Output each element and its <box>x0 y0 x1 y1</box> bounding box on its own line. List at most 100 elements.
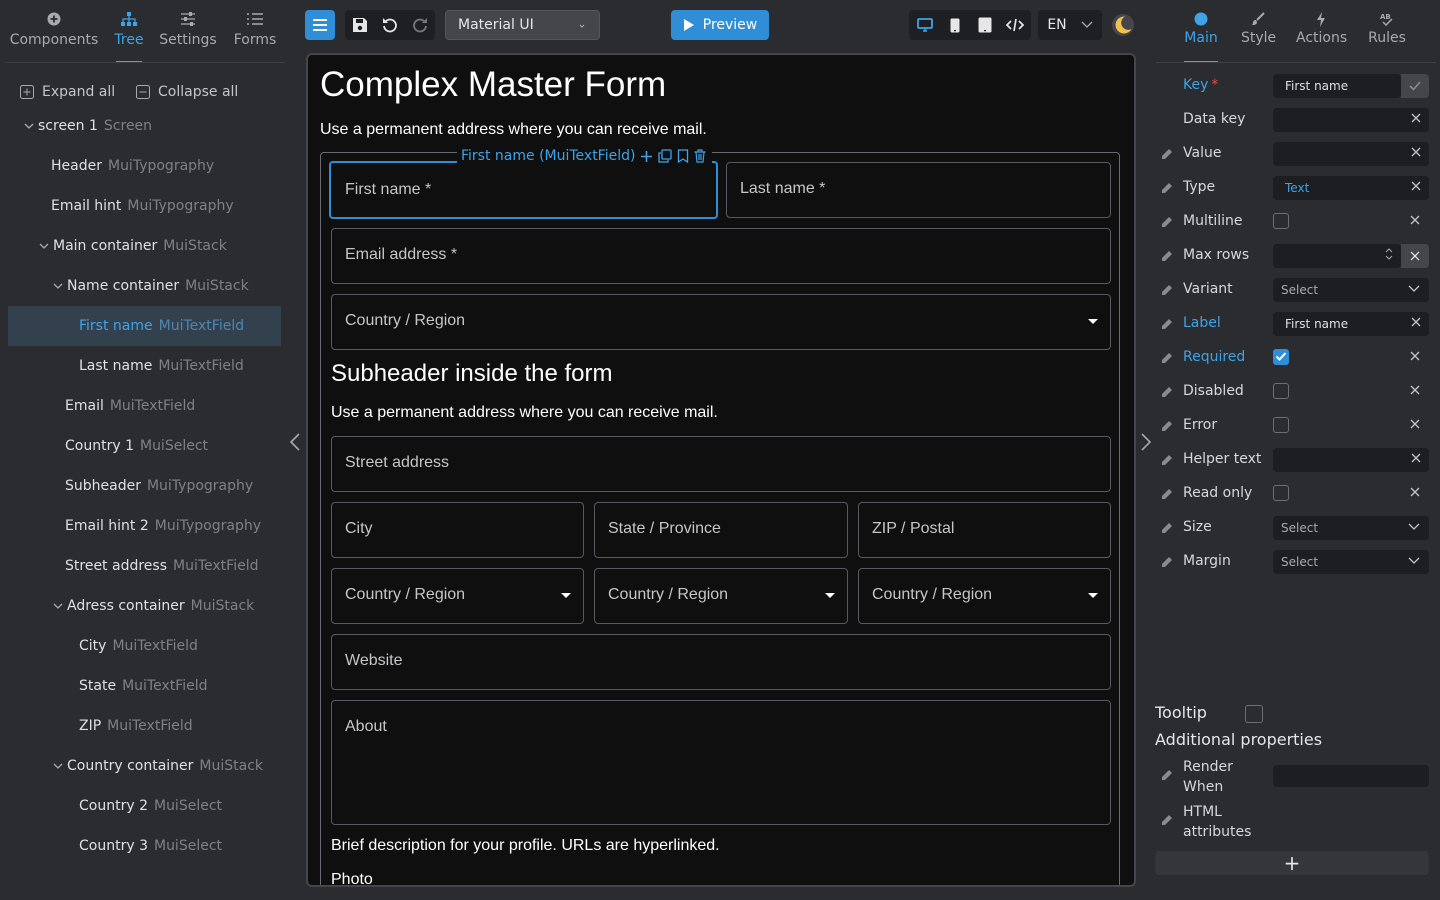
tree-node[interactable]: First name MuiTextField <box>8 306 281 346</box>
collapse-right-panel-icon[interactable] <box>1140 432 1152 452</box>
tab-forms[interactable]: Forms <box>230 8 280 62</box>
collapse-left-panel-icon[interactable] <box>289 432 301 452</box>
clear-icon[interactable] <box>1410 385 1420 395</box>
tree-node[interactable]: City MuiTextField <box>0 626 282 666</box>
duplicate-icon[interactable] <box>658 149 673 163</box>
website-field[interactable]: Website <box>331 634 1111 690</box>
clear-icon[interactable] <box>1410 351 1420 361</box>
state-field[interactable]: State / Province <box>594 502 848 558</box>
pencil-icon[interactable] <box>1160 813 1174 827</box>
theme-toggle-button[interactable] <box>1108 10 1138 40</box>
pencil-icon[interactable] <box>1160 768 1174 782</box>
country-4-select[interactable]: Country / Region <box>858 568 1111 624</box>
variant-select[interactable]: Select <box>1273 278 1429 302</box>
tooltip-checkbox[interactable] <box>1245 705 1263 723</box>
tree-node[interactable]: Name container MuiStack <box>0 266 282 306</box>
tree-node[interactable]: Country 3 MuiSelect <box>0 826 282 866</box>
multiline-checkbox[interactable] <box>1273 213 1289 229</box>
pencil-icon[interactable] <box>1160 453 1174 467</box>
tree-node[interactable]: Adress container MuiStack <box>0 586 282 626</box>
tab-rules[interactable]: AB Rules <box>1368 8 1406 62</box>
tree-node[interactable]: Email hint MuiTypography <box>0 186 282 226</box>
country-3-select[interactable]: Country / Region <box>594 568 848 624</box>
save-button[interactable] <box>348 10 372 40</box>
theme-select[interactable]: Material UI <box>445 10 600 40</box>
page-title[interactable]: Complex Master Form <box>320 65 666 105</box>
tablet-view-button[interactable] <box>972 10 998 40</box>
collapse-all-button[interactable]: Collapse all <box>136 84 238 100</box>
tab-tree[interactable]: Tree <box>110 8 148 63</box>
tree-node[interactable]: Header MuiTypography <box>0 146 282 186</box>
clear-icon[interactable] <box>1410 487 1420 497</box>
tab-settings[interactable]: Settings <box>158 8 218 62</box>
language-select[interactable]: EN <box>1038 10 1102 40</box>
tab-components[interactable]: Components <box>8 8 100 62</box>
clear-icon[interactable] <box>1410 215 1420 225</box>
value-input[interactable] <box>1273 142 1429 166</box>
expand-all-button[interactable]: Expand all <box>20 84 115 100</box>
tree-node[interactable]: Last name MuiTextField <box>0 346 282 386</box>
pencil-icon[interactable] <box>1160 351 1174 365</box>
chevron-down-icon[interactable] <box>51 603 65 609</box>
zip-field[interactable]: ZIP / Postal <box>858 502 1111 558</box>
clear-icon[interactable] <box>1411 453 1421 463</box>
tree-node[interactable]: State MuiTextField <box>0 666 282 706</box>
undo-button[interactable] <box>378 10 402 40</box>
label-input[interactable]: First name <box>1273 312 1429 336</box>
margin-select[interactable]: Select <box>1273 550 1429 574</box>
about-helper-text[interactable]: Brief description for your profile. URLs… <box>331 837 720 855</box>
pencil-icon[interactable] <box>1160 317 1174 331</box>
tree-node[interactable]: Country 2 MuiSelect <box>0 786 282 826</box>
tree-node[interactable]: ZIP MuiTextField <box>0 706 282 746</box>
clear-max-rows-button[interactable] <box>1401 244 1429 268</box>
add-icon[interactable] <box>640 150 653 163</box>
tree-node[interactable]: Subheader MuiTypography <box>0 466 282 506</box>
email-hint-2-text[interactable]: Use a permanent address where you can re… <box>331 404 718 422</box>
tab-actions[interactable]: Actions <box>1296 8 1347 62</box>
key-input[interactable]: First name <box>1273 74 1401 98</box>
preview-button[interactable]: Preview <box>671 10 769 40</box>
about-field[interactable]: About <box>331 700 1111 825</box>
desktop-view-button[interactable] <box>912 10 938 40</box>
bookmark-icon[interactable] <box>677 149 689 163</box>
required-checkbox[interactable] <box>1273 349 1289 365</box>
clear-icon[interactable] <box>1410 419 1420 429</box>
chevron-down-icon[interactable] <box>51 763 65 769</box>
size-select[interactable]: Select <box>1273 516 1429 540</box>
pencil-icon[interactable] <box>1160 215 1174 229</box>
street-address-field[interactable]: Street address <box>331 436 1111 492</box>
pencil-icon[interactable] <box>1160 521 1174 535</box>
clear-icon[interactable] <box>1411 113 1421 123</box>
tab-main[interactable]: Main <box>1184 8 1218 63</box>
chevron-down-icon[interactable] <box>37 243 51 249</box>
render-when-input[interactable] <box>1273 765 1429 787</box>
email-hint-text[interactable]: Use a permanent address where you can re… <box>320 121 707 139</box>
menu-button[interactable] <box>305 10 335 40</box>
read-only-checkbox[interactable] <box>1273 485 1289 501</box>
subheader[interactable]: Subheader inside the form <box>331 360 613 388</box>
pencil-icon[interactable] <box>1160 419 1174 433</box>
last-name-field[interactable]: Last name * <box>726 162 1111 218</box>
redo-button[interactable] <box>408 10 432 40</box>
photo-label[interactable]: Photo <box>331 871 373 885</box>
tab-style[interactable]: Style <box>1241 8 1276 62</box>
pencil-icon[interactable] <box>1160 249 1174 263</box>
tree-node[interactable]: Email hint 2 MuiTypography <box>0 506 282 546</box>
data-key-input[interactable] <box>1273 108 1429 132</box>
trash-icon[interactable] <box>694 149 706 163</box>
tree-node[interactable]: Street address MuiTextField <box>0 546 282 586</box>
type-input[interactable]: Text <box>1273 176 1429 200</box>
add-attribute-button[interactable]: + <box>1155 851 1429 875</box>
main-container[interactable]: First name * First name (MuiTextField) L… <box>320 147 1120 885</box>
email-field[interactable]: Email address * <box>331 228 1111 284</box>
tree-node[interactable]: Country container MuiStack <box>0 746 282 786</box>
error-checkbox[interactable] <box>1273 417 1289 433</box>
pencil-icon[interactable] <box>1160 555 1174 569</box>
first-name-field[interactable]: First name * <box>329 161 718 219</box>
country-select[interactable]: Country / Region <box>331 294 1111 350</box>
chevron-down-icon[interactable] <box>22 123 36 129</box>
clear-icon[interactable] <box>1411 317 1421 327</box>
max-rows-input[interactable] <box>1273 244 1401 268</box>
tree-node[interactable]: Main container MuiStack <box>0 226 282 266</box>
helper-text-input[interactable] <box>1273 448 1429 472</box>
